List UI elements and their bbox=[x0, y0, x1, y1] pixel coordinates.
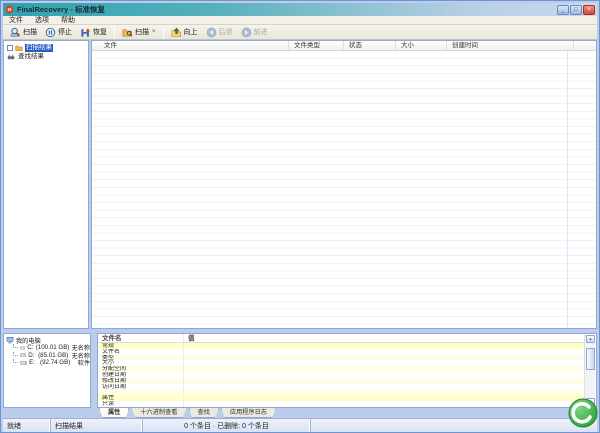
back-button[interactable]: 后退 bbox=[202, 26, 237, 39]
window-title: FinalRecovery - 标准恢复 bbox=[17, 4, 556, 15]
bottom-area: 我的电脑 C: (100.01 GB) 无名称 D: (85.01 bbox=[3, 333, 597, 408]
scroll-thumb[interactable] bbox=[586, 348, 595, 370]
drive-label: 软件 bbox=[78, 358, 90, 367]
properties-grid: 文件名 值 常规 文件名 类型 大小 分配空间 bbox=[98, 334, 584, 407]
results-tree-panel: 扫描结果 查找结果 bbox=[3, 40, 89, 329]
up-arrow-icon bbox=[171, 27, 182, 38]
tree-connector bbox=[13, 344, 18, 348]
tab-hex-viewer[interactable]: 十六进制查看 bbox=[131, 408, 186, 418]
recover-icon bbox=[80, 27, 91, 38]
search-scan-button[interactable]: 扫描 × bbox=[118, 26, 160, 39]
properties-name-header: 文件名 bbox=[98, 334, 184, 342]
scan-button-label: 扫描 bbox=[23, 27, 37, 37]
property-row-readonly: 只读 bbox=[98, 401, 584, 407]
drive-icon bbox=[20, 345, 25, 351]
tree-item-find-results[interactable]: 查找结果 bbox=[4, 52, 88, 61]
properties-scrollbar[interactable]: ▲ ▼ bbox=[584, 335, 595, 406]
column-header-created[interactable]: 创建时间 bbox=[447, 41, 574, 50]
search-scan-badge: × bbox=[152, 29, 156, 35]
checkbox[interactable] bbox=[7, 45, 13, 51]
back-arrow-icon bbox=[206, 27, 217, 38]
properties-value-header: 值 bbox=[184, 334, 584, 342]
properties-header: 文件名 值 bbox=[98, 334, 584, 343]
recover-button[interactable]: 恢复 bbox=[76, 26, 111, 39]
column-header-filetype[interactable]: 文件类型 bbox=[289, 41, 344, 50]
menu-options[interactable]: 选项 bbox=[29, 16, 55, 25]
scan-icon bbox=[10, 27, 21, 38]
my-computer-label: 我的电脑 bbox=[16, 336, 41, 345]
scan-button[interactable]: 扫描 bbox=[6, 26, 41, 39]
drive-icon bbox=[20, 360, 27, 366]
forward-button-label: 前进 bbox=[254, 27, 268, 37]
menu-bar: 文件 选项 帮助 bbox=[3, 16, 597, 25]
maximize-button[interactable]: □ bbox=[570, 5, 582, 15]
drive-letter: D: bbox=[28, 352, 36, 359]
tab-application-log[interactable]: 应用程序日志 bbox=[221, 408, 276, 418]
tree-item-scan-results[interactable]: 扫描结果 bbox=[4, 43, 88, 52]
status-item-counts: 0 个条目 · 已删除: 0 个条目 bbox=[143, 419, 311, 432]
menu-file[interactable]: 文件 bbox=[3, 16, 29, 25]
drive-size: (100.01 GB) bbox=[36, 344, 70, 351]
close-button[interactable]: × bbox=[583, 5, 595, 15]
forward-button[interactable]: 前进 bbox=[237, 26, 272, 39]
status-bar: 就绪 扫描结果 0 个条目 · 已删除: 0 个条目 bbox=[3, 418, 597, 432]
drive-size: (85.01 GB) bbox=[38, 352, 69, 359]
file-list: 文件 文件类型 状态 大小 创建时间 bbox=[91, 40, 597, 329]
computer-icon bbox=[6, 336, 14, 344]
status-panel-name: 扫描结果 bbox=[51, 419, 143, 432]
drive-size: (92.74 GB) bbox=[40, 359, 76, 366]
search-scan-button-label: 扫描 bbox=[135, 27, 149, 37]
stop-button[interactable]: 停止 bbox=[41, 26, 76, 39]
column-header-size[interactable]: 大小 bbox=[396, 41, 447, 50]
drive-icon bbox=[20, 352, 26, 358]
properties-panel: 文件名 值 常规 文件名 类型 大小 分配空间 bbox=[97, 333, 597, 408]
up-button-label: 向上 bbox=[184, 27, 198, 37]
toolbar: 扫描 停止 恢复 扫描 bbox=[3, 25, 597, 40]
app-window: FinalRecovery - 标准恢复 _ □ × 文件 选项 帮助 扫描 停… bbox=[0, 0, 600, 433]
file-list-body[interactable] bbox=[92, 51, 596, 328]
title-bar: FinalRecovery - 标准恢复 _ □ × bbox=[3, 3, 597, 16]
drive-row-e[interactable]: E: (92.74 GB) 软件 bbox=[4, 359, 90, 367]
drive-letter: E: bbox=[29, 359, 38, 366]
bottom-tab-strip: 属性 十六进制查看 查找 应用程序日志 bbox=[3, 408, 597, 418]
tab-find[interactable]: 查找 bbox=[189, 408, 219, 418]
column-header-file[interactable]: 文件 bbox=[92, 41, 289, 50]
status-filler bbox=[311, 419, 597, 432]
column-header-filler bbox=[574, 41, 596, 50]
tree-connector bbox=[13, 359, 18, 363]
app-icon bbox=[5, 5, 14, 14]
watermark-badge bbox=[568, 398, 598, 428]
back-button-label: 后退 bbox=[219, 27, 233, 37]
toolbar-separator bbox=[163, 27, 164, 38]
status-ready: 就绪 bbox=[3, 419, 51, 432]
file-list-header: 文件 文件类型 状态 大小 创建时间 bbox=[92, 41, 596, 51]
stop-icon bbox=[45, 27, 56, 38]
recover-button-label: 恢复 bbox=[93, 27, 107, 37]
scroll-up-arrow[interactable]: ▲ bbox=[586, 335, 595, 343]
drives-panel: 我的电脑 C: (100.01 GB) 无名称 D: (85.01 bbox=[3, 333, 91, 408]
folder-search-icon bbox=[122, 27, 133, 38]
tab-properties[interactable]: 属性 bbox=[99, 408, 129, 418]
binoculars-icon bbox=[7, 53, 15, 61]
menu-help[interactable]: 帮助 bbox=[55, 16, 81, 25]
column-header-status[interactable]: 状态 bbox=[344, 41, 396, 50]
tree-connector bbox=[13, 352, 18, 356]
up-button[interactable]: 向上 bbox=[167, 26, 202, 39]
main-area: 扫描结果 查找结果 文件 文件类型 状态 大小 创建时间 bbox=[3, 40, 597, 329]
minimize-button[interactable]: _ bbox=[557, 5, 569, 15]
tree-item-label: 查找结果 bbox=[17, 53, 45, 61]
tree-item-label: 扫描结果 bbox=[25, 44, 53, 52]
forward-arrow-icon bbox=[241, 27, 252, 38]
toolbar-separator bbox=[114, 27, 115, 38]
folder-icon bbox=[15, 44, 23, 52]
drive-letter: C: bbox=[27, 344, 34, 351]
stop-button-label: 停止 bbox=[58, 27, 72, 37]
